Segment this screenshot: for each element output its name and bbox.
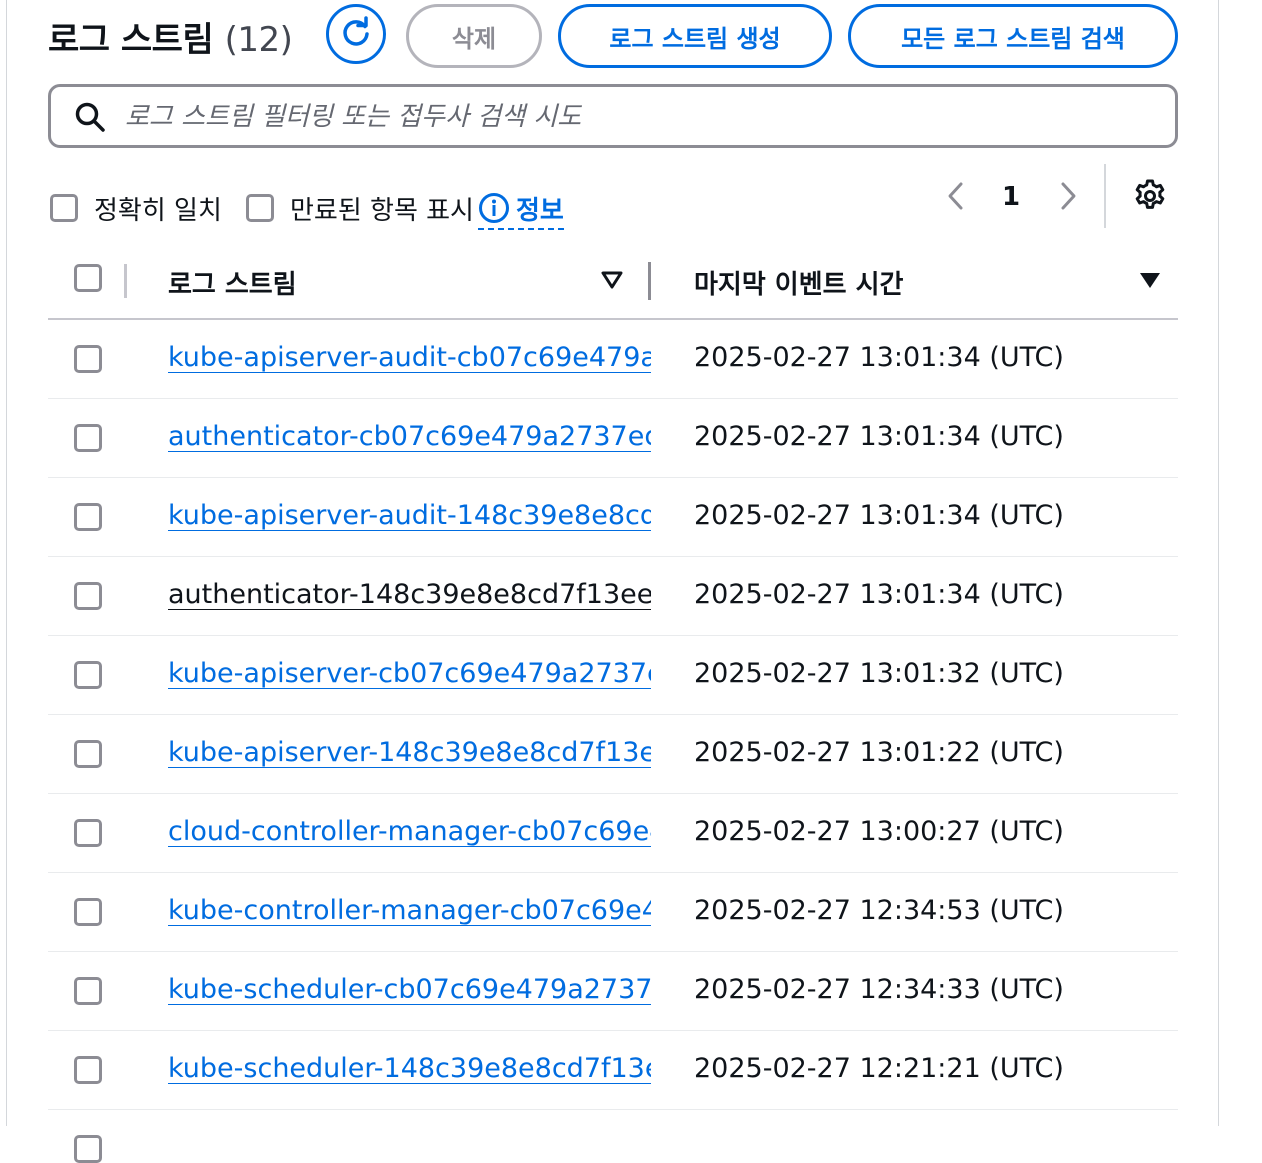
last-event-time: 2025-02-27 13:00:27 (UTC): [694, 816, 1064, 847]
delete-button[interactable]: 삭제: [406, 4, 542, 68]
last-event-time: 2025-02-27 13:01:32 (UTC): [694, 658, 1064, 689]
exact-match-checkbox[interactable]: [50, 194, 78, 222]
last-event-time: 2025-02-27 12:34:53 (UTC): [694, 895, 1064, 926]
row-checkbox[interactable]: [74, 424, 102, 452]
row-checkbox[interactable]: [74, 1135, 102, 1163]
table-row: authenticator-148c39e8e8cd7f13ee2f 2025-…: [48, 557, 1178, 636]
table-row: kube-apiserver-audit-cb07c69e479a2737ed8…: [48, 320, 1178, 399]
row-checkbox[interactable]: [74, 661, 102, 689]
sort-unsorted-icon[interactable]: [600, 270, 624, 290]
row-checkbox[interactable]: [74, 503, 102, 531]
last-event-time: 2025-02-27 13:01:34 (UTC): [694, 579, 1064, 610]
table-row: kube-apiserver-cb07c69e479a2737ed 2025-0…: [48, 636, 1178, 715]
last-event-time: 2025-02-27 12:21:21 (UTC): [694, 1053, 1064, 1084]
select-all-checkbox[interactable]: [74, 264, 102, 292]
show-expired-checkbox[interactable]: [246, 194, 274, 222]
log-stream-link[interactable]: kube-scheduler-cb07c69e479a2737ec: [168, 974, 651, 1005]
row-checkbox[interactable]: [74, 740, 102, 768]
log-stream-search-input[interactable]: [123, 93, 1167, 141]
last-event-time: 2025-02-27 13:01:34 (UTC): [694, 500, 1064, 531]
current-page-number[interactable]: 1: [1002, 182, 1020, 212]
info-icon: [479, 193, 509, 223]
info-link[interactable]: 정보: [478, 188, 564, 230]
column-divider: [124, 264, 127, 298]
row-checkbox[interactable]: [74, 1056, 102, 1084]
row-checkbox[interactable]: [74, 582, 102, 610]
refresh-icon: [343, 16, 369, 46]
log-stream-link[interactable]: kube-apiserver-148c39e8e8cd7f13ee2: [168, 737, 651, 768]
table-row: kube-scheduler-cb07c69e479a2737ec 2025-0…: [48, 952, 1178, 1031]
exact-match-label: 정확히 일치: [94, 196, 222, 226]
last-event-time: 2025-02-27 12:34:33 (UTC): [694, 974, 1064, 1005]
log-stream-link[interactable]: kube-scheduler-148c39e8e8cd7f13ee: [168, 1053, 651, 1084]
table-row: kube-apiserver-audit-148c39e8e8cd7f13ee2…: [48, 478, 1178, 557]
row-checkbox[interactable]: [74, 345, 102, 373]
show-expired-label: 만료된 항목 표시: [290, 196, 474, 226]
row-checkbox[interactable]: [74, 819, 102, 847]
info-link-label: 정보: [516, 195, 564, 226]
column-header-log-stream[interactable]: 로그 스트림: [168, 264, 297, 301]
log-stream-link[interactable]: kube-apiserver-audit-148c39e8e8cd7f13ee2…: [168, 500, 651, 531]
last-event-time: 2025-02-27 13:01:34 (UTC): [694, 421, 1064, 452]
table-row: kube-apiserver-148c39e8e8cd7f13ee2 2025-…: [48, 715, 1178, 794]
column-resize-handle[interactable]: [648, 262, 651, 300]
log-streams-panel: 로그 스트림 (12) 삭제 로그 스트림 생성 모든 로그 스트림 검색 정확…: [0, 0, 1262, 1163]
refresh-button[interactable]: [326, 4, 386, 64]
row-checkbox[interactable]: [74, 898, 102, 926]
log-stream-link[interactable]: kube-controller-manager-cb07c69e47: [168, 895, 651, 926]
log-stream-table-body: kube-apiserver-audit-cb07c69e479a2737ed8…: [48, 320, 1178, 1163]
last-event-time: 2025-02-27 13:01:22 (UTC): [694, 737, 1064, 768]
row-checkbox[interactable]: [74, 977, 102, 1005]
table-row: kube-controller-manager-cb07c69e47 2025-…: [48, 873, 1178, 952]
create-log-stream-button[interactable]: 로그 스트림 생성: [558, 4, 832, 68]
table-row: authenticator-cb07c69e479a2737ed8 2025-0…: [48, 399, 1178, 478]
table-row: kube-scheduler-148c39e8e8cd7f13ee 2025-0…: [48, 1031, 1178, 1110]
log-stream-link[interactable]: authenticator-148c39e8e8cd7f13ee2f: [168, 579, 651, 610]
log-stream-filter: [48, 84, 1178, 148]
log-stream-link[interactable]: kube-apiserver-cb07c69e479a2737ed: [168, 658, 651, 689]
next-page-icon[interactable]: [1056, 180, 1080, 212]
pagination-divider: [1104, 164, 1106, 228]
search-icon: [75, 102, 105, 132]
table-row-partial: [48, 1110, 1178, 1163]
sort-descending-icon[interactable]: [1138, 270, 1162, 290]
page-title: 로그 스트림 (12): [48, 12, 293, 61]
previous-page-icon[interactable]: [944, 180, 968, 212]
log-stream-link[interactable]: cloud-controller-manager-cb07c69e47: [168, 816, 651, 847]
stream-count: (12): [224, 20, 293, 60]
table-row: cloud-controller-manager-cb07c69e47 2025…: [48, 794, 1178, 873]
page-title-text: 로그 스트림: [48, 20, 214, 60]
last-event-time: 2025-02-27 13:01:34 (UTC): [694, 342, 1064, 373]
log-stream-link[interactable]: authenticator-cb07c69e479a2737ed8: [168, 421, 651, 452]
column-header-last-event-time[interactable]: 마지막 이벤트 시간: [694, 264, 903, 301]
gear-icon[interactable]: [1132, 178, 1168, 214]
log-stream-link[interactable]: kube-apiserver-audit-cb07c69e479a2737ed8: [168, 342, 651, 373]
search-all-log-streams-button[interactable]: 모든 로그 스트림 검색: [848, 4, 1178, 68]
